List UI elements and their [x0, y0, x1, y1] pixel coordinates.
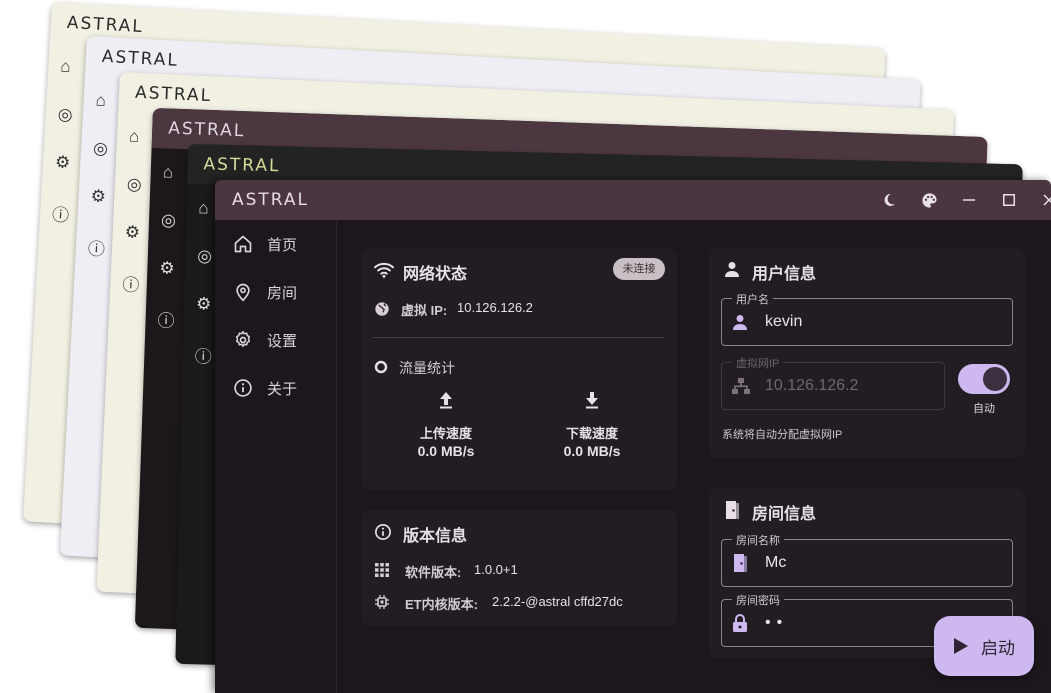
theme-mode-button[interactable]	[869, 180, 909, 220]
location-pin-icon: ◎	[197, 246, 213, 266]
location-pin-icon	[236, 283, 250, 302]
user-info-title: 用户信息	[752, 266, 817, 283]
info-icon	[234, 379, 252, 397]
room-password-value: ••	[765, 614, 789, 631]
room-name-field[interactable]: 房间名称 Mc	[721, 532, 1013, 587]
gear-icon: ⚙	[90, 186, 107, 207]
gear-icon: ⚙	[54, 152, 71, 173]
minimize-icon	[963, 199, 975, 201]
core-version-label: ET内核版本:	[405, 597, 478, 612]
gear-icon: ⚙	[159, 258, 175, 278]
location-pin-icon: ◎	[126, 174, 143, 195]
home-icon: ⌂	[59, 56, 72, 77]
download-speed-value: 0.0 MB/s	[563, 443, 621, 459]
connection-status-badge: 未连接	[613, 258, 665, 280]
palette-icon	[921, 192, 937, 208]
gear-icon	[235, 330, 251, 348]
nav-item-label: 关于	[267, 380, 298, 398]
traffic-stats-title: 流量统计	[399, 360, 455, 376]
network-tree-icon	[732, 363, 750, 409]
network-status-card: 网络状态 未连接 虚拟 IP: 10.126.126.2 流量统计 上传速度 0…	[361, 248, 677, 490]
upload-speed-label: 上传速度	[419, 426, 472, 441]
virtual-ip-value: 10.126.126.2	[457, 300, 533, 315]
location-pin-icon: ◎	[57, 104, 74, 125]
divider	[373, 337, 665, 338]
software-version-label: 软件版本:	[405, 565, 462, 580]
nav-item-room[interactable]: 房间	[233, 278, 297, 306]
info-icon: ⓘ	[87, 239, 106, 260]
main-window: ASTRAL 首页 房间 设置 关于 网络状态 未连接 虚拟 IP: 10.12…	[215, 180, 1051, 693]
palette-button[interactable]	[909, 180, 949, 220]
auto-ip-toggle[interactable]	[958, 364, 1010, 394]
home-icon: ⌂	[95, 90, 107, 111]
gear-icon: ⚙	[195, 294, 212, 314]
lock-icon	[732, 600, 748, 646]
location-pin-icon: ◎	[92, 138, 109, 159]
virtual-ip-field[interactable]: 虚拟网IP 10.126.126.2	[721, 355, 945, 410]
network-status-title: 网络状态	[403, 266, 468, 283]
nav-item-label: 房间	[267, 284, 298, 302]
download-icon	[586, 392, 598, 409]
upload-speed-value: 0.0 MB/s	[417, 443, 475, 459]
info-icon: ⓘ	[157, 311, 175, 331]
download-speed-label: 下载速度	[565, 426, 618, 441]
app-title: ASTRAL	[232, 190, 310, 210]
close-button[interactable]	[1029, 180, 1051, 220]
room-info-title: 房间信息	[752, 506, 817, 523]
version-info-title: 版本信息	[403, 528, 468, 545]
upload-icon	[440, 392, 452, 409]
start-button[interactable]: 启动	[934, 616, 1034, 676]
info-icon: ⓘ	[121, 275, 140, 296]
toggle-knob	[983, 367, 1007, 391]
sidebar: 首页 房间 设置 关于	[215, 220, 337, 693]
person-icon	[725, 262, 739, 277]
apps-grid-icon	[375, 563, 389, 577]
nav-item-label: 首页	[267, 236, 298, 254]
home-icon: ⌂	[162, 162, 174, 182]
info-icon	[375, 524, 391, 540]
minimize-button[interactable]	[949, 180, 989, 220]
auto-ip-hint: 系统将自动分配虚拟网IP	[722, 429, 843, 441]
loading-ring-icon	[374, 360, 388, 374]
maximize-icon	[1003, 194, 1015, 206]
home-icon: ⌂	[128, 126, 140, 146]
close-icon	[1043, 194, 1051, 206]
info-icon: ⓘ	[51, 205, 70, 226]
version-info-card: 版本信息 软件版本: 1.0.0+1 ET内核版本: 2.2.2-@astral…	[361, 510, 677, 626]
door-icon	[726, 501, 739, 519]
username-value: kevin	[765, 313, 803, 330]
play-icon	[954, 638, 968, 654]
software-version-value: 1.0.0+1	[474, 562, 518, 577]
door-icon	[732, 540, 748, 586]
nav-item-label: 设置	[267, 332, 298, 350]
chip-icon	[375, 595, 389, 609]
home-icon: ⌂	[198, 198, 209, 218]
core-version-value: 2.2.2-@astral cffd27dc	[492, 594, 623, 609]
nav-item-settings[interactable]: 设置	[233, 326, 297, 354]
wifi-icon	[374, 262, 394, 278]
room-name-value: Mc	[765, 554, 787, 571]
nav-item-home[interactable]: 首页	[233, 230, 297, 258]
home-icon	[234, 235, 252, 253]
maximize-button[interactable]	[989, 180, 1029, 220]
globe-icon	[375, 302, 389, 316]
username-field[interactable]: 用户名 kevin	[721, 291, 1013, 346]
user-info-card: 用户信息 用户名 kevin 虚拟网IP 10.126.126.2 自动 系统将…	[709, 248, 1025, 458]
gear-icon: ⚙	[124, 222, 141, 243]
start-button-label: 启动	[981, 638, 1015, 658]
virtual-ip-field-value: 10.126.126.2	[765, 377, 859, 394]
person-icon	[732, 299, 748, 345]
moon-icon	[884, 193, 895, 206]
info-icon: ⓘ	[194, 347, 213, 367]
location-pin-icon: ◎	[160, 210, 177, 230]
virtual-ip-label: 虚拟 IP:	[401, 303, 448, 318]
nav-item-about[interactable]: 关于	[233, 374, 297, 402]
title-bar[interactable]: ASTRAL	[215, 180, 1051, 220]
auto-ip-label: 自动	[973, 403, 995, 415]
